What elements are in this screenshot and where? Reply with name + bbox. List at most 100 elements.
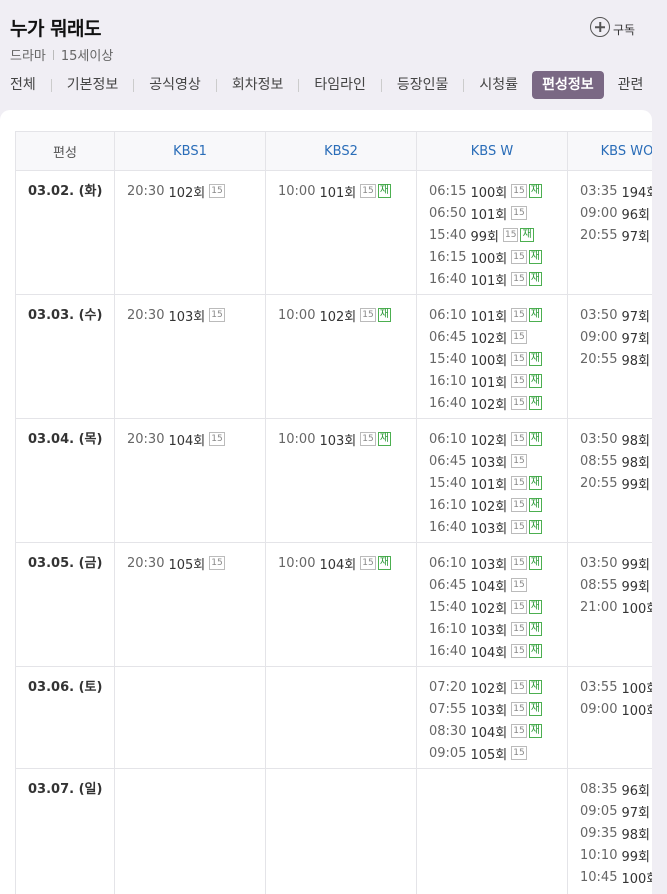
episode-number: 103회 bbox=[470, 703, 508, 719]
tab-item[interactable]: 등장인물 bbox=[387, 71, 459, 99]
schedule-cell: 10:00 102회 15 재 bbox=[265, 294, 417, 419]
broadcast-slot: 06:15 100회 15 재 bbox=[429, 180, 567, 202]
broadcast-slot: 16:40 103회 15 재 bbox=[429, 516, 567, 538]
broadcast-slot: 15:40 102회 15 재 bbox=[429, 596, 567, 618]
schedule-corner-header: 편성 bbox=[15, 131, 115, 171]
rerun-badge: 재 bbox=[377, 556, 391, 570]
broadcast-time: 10:00 bbox=[278, 183, 316, 199]
tab-item[interactable]: 전체 bbox=[0, 71, 46, 99]
broadcast-time: 16:10 bbox=[429, 497, 467, 513]
broadcast-time: 09:35 bbox=[580, 825, 618, 841]
rerun-badge: 재 bbox=[377, 184, 391, 198]
broadcast-slot: 06:10 101회 15 재 bbox=[429, 304, 567, 326]
broadcast-slot: 21:00100회15 bbox=[580, 596, 652, 618]
broadcast-slot: 16:40 104회 15 재 bbox=[429, 640, 567, 662]
age-rating-badge: 15 bbox=[360, 308, 376, 322]
broadcast-slot: 06:10 102회 15 재 bbox=[429, 428, 567, 450]
broadcast-time: 16:40 bbox=[429, 643, 467, 659]
channel-header[interactable]: KBS1 bbox=[114, 131, 266, 171]
schedule-row: 03.06. (토) 07:20 102회 15 재 07:55 103회 15 재 08:30 1… bbox=[15, 666, 652, 769]
broadcast-slot: 06:45 104회 15 bbox=[429, 574, 567, 596]
episode-number: 101회 bbox=[470, 207, 508, 223]
age-rating-badge: 15 bbox=[511, 498, 527, 512]
age-rating-badge: 15 bbox=[511, 622, 527, 636]
channel-header[interactable]: KBS WOR bbox=[567, 131, 652, 171]
broadcast-time: 10:45 bbox=[580, 869, 618, 885]
broadcast-slot: 20:5598회15 bbox=[580, 348, 652, 370]
episode-number: 98회 bbox=[621, 827, 650, 843]
broadcast-slot: 09:05 105회 15 bbox=[429, 742, 567, 764]
episode-number: 96회 bbox=[621, 207, 650, 223]
tab-item[interactable]: 편성정보 bbox=[532, 71, 604, 99]
schedule-row: 03.04. (목) 20:30 104회 15 10:00 103회 15 재 06:10 10… bbox=[15, 418, 652, 543]
broadcast-slot: 10:00 101회 15 재 bbox=[278, 180, 416, 202]
broadcast-time: 09:05 bbox=[580, 803, 618, 819]
rerun-badge: 재 bbox=[528, 622, 542, 636]
plus-circle-icon bbox=[590, 17, 610, 37]
broadcast-slot: 07:20 102회 15 재 bbox=[429, 676, 567, 698]
schedule-date: 03.05. (금) bbox=[15, 542, 115, 667]
broadcast-slot: 06:45 103회 15 bbox=[429, 450, 567, 472]
schedule-date: 03.02. (화) bbox=[15, 170, 115, 295]
tab-item[interactable]: 공식영상 bbox=[139, 71, 211, 99]
channel-header[interactable]: KBS W bbox=[416, 131, 568, 171]
schedule-row: 03.05. (금) 20:30 105회 15 10:00 104회 15 재 06:10 10… bbox=[15, 542, 652, 667]
rerun-badge: 재 bbox=[528, 272, 542, 286]
tab-divider bbox=[50, 78, 52, 92]
broadcast-time: 15:40 bbox=[429, 351, 467, 367]
episode-number: 99회 bbox=[621, 579, 650, 595]
schedule-cell: 03:5098회1508:5598회1520:5599회15 bbox=[567, 418, 652, 543]
episode-number: 102회 bbox=[470, 681, 508, 697]
broadcast-slot: 06:50 101회 15 bbox=[429, 202, 567, 224]
schedule-cell bbox=[114, 666, 266, 769]
broadcast-slot: 03:5099회15 bbox=[580, 552, 652, 574]
broadcast-time: 20:55 bbox=[580, 351, 618, 367]
broadcast-time: 06:15 bbox=[429, 183, 467, 199]
broadcast-time: 15:40 bbox=[429, 227, 467, 243]
broadcast-time: 21:00 bbox=[580, 599, 618, 615]
schedule-cell: 10:00 104회 15 재 bbox=[265, 542, 417, 667]
episode-number: 101회 bbox=[470, 273, 508, 289]
age-rating-badge: 15 bbox=[209, 432, 225, 446]
broadcast-slot: 16:10 101회 15 재 bbox=[429, 370, 567, 392]
age-rating-badge: 15 bbox=[511, 556, 527, 570]
broadcast-slot: 03:5097회15 bbox=[580, 304, 652, 326]
episode-number: 100회 bbox=[470, 353, 508, 369]
age-rating-badge: 15 bbox=[511, 396, 527, 410]
age-rating-badge: 15 bbox=[360, 556, 376, 570]
broadcast-time: 09:00 bbox=[580, 329, 618, 345]
channel-header[interactable]: KBS2 bbox=[265, 131, 417, 171]
broadcast-time: 16:10 bbox=[429, 373, 467, 389]
broadcast-time: 16:15 bbox=[429, 249, 467, 265]
broadcast-time: 08:55 bbox=[580, 577, 618, 593]
broadcast-time: 10:00 bbox=[278, 307, 316, 323]
episode-number: 99회 bbox=[621, 477, 650, 493]
rerun-badge: 재 bbox=[528, 396, 542, 410]
tab-item[interactable]: 타임라인 bbox=[304, 71, 376, 99]
rerun-badge: 재 bbox=[528, 374, 542, 388]
schedule-cell: 20:30 103회 15 bbox=[114, 294, 266, 419]
rerun-badge: 재 bbox=[528, 476, 542, 490]
broadcast-slot: 09:0096회15 bbox=[580, 202, 652, 224]
tab-item[interactable]: 시청률 bbox=[469, 71, 528, 99]
schedule-cell bbox=[416, 768, 568, 894]
tab-item[interactable]: 관련 bbox=[608, 71, 654, 99]
broadcast-time: 06:50 bbox=[429, 205, 467, 221]
episode-number: 102회 bbox=[168, 185, 206, 201]
tab-item[interactable]: 기본정보 bbox=[57, 71, 129, 99]
episode-number: 98회 bbox=[621, 353, 650, 369]
schedule-cell: 03:55100회1509:00100회15 bbox=[567, 666, 652, 769]
rerun-badge: 재 bbox=[528, 308, 542, 322]
broadcast-time: 06:10 bbox=[429, 555, 467, 571]
schedule-table: 편성 KBS1KBS2KBS WKBS WOR 03.02. (화)20:301… bbox=[15, 131, 652, 894]
broadcast-slot: 03:55100회15 bbox=[580, 676, 652, 698]
broadcast-time: 20:30 bbox=[127, 555, 165, 571]
tab-item[interactable]: 회차정보 bbox=[222, 71, 294, 99]
rerun-badge: 재 bbox=[528, 600, 542, 614]
subscribe-button[interactable]: 구독 bbox=[590, 16, 635, 38]
episode-number: 100회 bbox=[621, 871, 652, 887]
broadcast-slot: 15:40 99회 15 재 bbox=[429, 224, 567, 246]
episode-number: 103회 bbox=[470, 623, 508, 639]
age-rating-badge: 15 bbox=[511, 724, 527, 738]
schedule-cell: 08:3596회1509:0597회1509:3598회1510:1099회15… bbox=[567, 768, 652, 894]
